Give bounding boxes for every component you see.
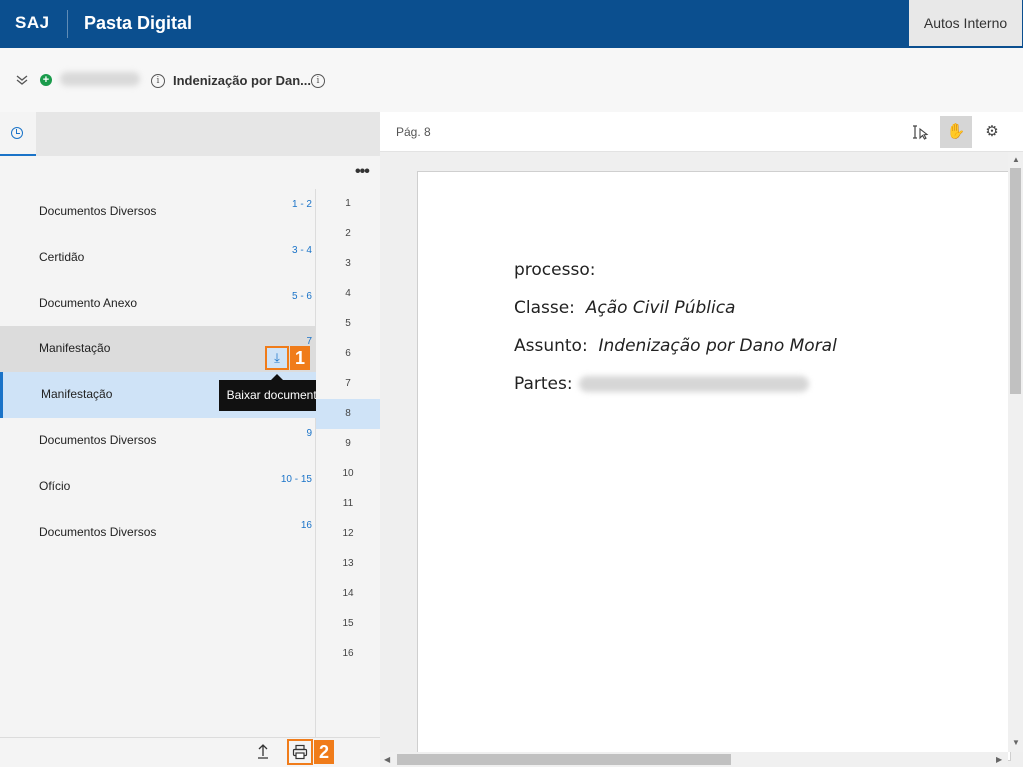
page-number[interactable]: 7 xyxy=(316,369,380,399)
vertical-scroll-thumb[interactable] xyxy=(1010,168,1021,394)
print-button[interactable] xyxy=(287,739,313,765)
document-name: Certidão xyxy=(39,250,85,264)
page-number[interactable]: 1 xyxy=(316,189,380,219)
list-item[interactable]: Ofício 10 - 15 xyxy=(0,464,316,510)
case-bar: + i Indenização por Dan... i xyxy=(0,48,1023,112)
scroll-up-icon[interactable]: ▲ xyxy=(1012,155,1020,164)
clock-icon xyxy=(11,127,23,139)
classe-label: Classe: xyxy=(514,298,575,318)
text-cursor-icon xyxy=(913,125,929,140)
chevron-down-icon[interactable] xyxy=(14,72,30,88)
page-indicator: Pág. 8 xyxy=(396,125,431,139)
page-number[interactable]: 9 xyxy=(316,429,380,459)
list-item[interactable]: Documentos Diversos 16 xyxy=(0,510,316,556)
document-list-header: ••• xyxy=(0,156,380,190)
page-number[interactable]: 6 xyxy=(316,339,380,369)
callout-badge-2: 2 xyxy=(314,740,334,764)
page-number[interactable]: 5 xyxy=(316,309,380,339)
info-icon[interactable]: i xyxy=(151,74,165,88)
list-item[interactable]: Documentos Diversos 9 xyxy=(0,418,316,464)
document-name: Documentos Diversos xyxy=(39,204,157,218)
document-page: processo: Classe: Ação Civil Pública Ass… xyxy=(417,171,1011,761)
document-pages: 1 - 2 xyxy=(291,199,312,210)
gear-icon: ⚙ xyxy=(985,123,999,140)
document-pages: 3 - 4 xyxy=(291,245,312,256)
page-number[interactable]: 14 xyxy=(316,579,380,609)
left-panel-tabs xyxy=(0,112,380,156)
document-pages: 9 xyxy=(306,428,312,439)
brand-divider xyxy=(67,10,68,38)
document-tree: Documentos Diversos 1 - 2 Certidão 3 - 4… xyxy=(0,189,316,737)
text-select-tool-button[interactable] xyxy=(904,116,936,148)
list-item[interactable]: Documento Anexo 5 - 6 xyxy=(0,281,316,327)
document-name: Manifestação xyxy=(39,341,111,355)
case-number-redacted xyxy=(60,72,140,86)
page-number[interactable]: 3 xyxy=(316,249,380,279)
page-number[interactable]: 2 xyxy=(316,219,380,249)
document-pages: 10 - 15 xyxy=(280,474,312,485)
top-bar: SAJ Pasta Digital Autos Interno xyxy=(0,0,1023,48)
case-subject: Indenização por Dan... xyxy=(173,73,311,88)
classe-value: Ação Civil Pública xyxy=(585,298,736,318)
horizontal-scrollbar[interactable]: ◀ ▶ xyxy=(380,752,1008,767)
page-number[interactable]: 16 xyxy=(316,639,380,669)
page-number[interactable]: 10 xyxy=(316,459,380,489)
printer-icon xyxy=(292,744,308,760)
page-number[interactable]: 15 xyxy=(316,609,380,639)
document-viewer[interactable]: processo: Classe: Ação Civil Pública Ass… xyxy=(380,152,1023,767)
document-name: Documento Anexo xyxy=(39,296,138,310)
hand-icon: ✋ xyxy=(946,123,966,140)
autos-interno-button[interactable]: Autos Interno xyxy=(909,0,1022,46)
more-options-icon[interactable]: ••• xyxy=(355,163,370,181)
doc-text-assunto: Assunto: Indenização por Dano Moral xyxy=(514,336,837,356)
document-name: Ofício xyxy=(39,479,71,493)
document-name: Manifestação xyxy=(41,387,113,401)
download-document-button[interactable]: ⤓ xyxy=(265,346,289,370)
upload-icon[interactable] xyxy=(257,743,269,764)
vertical-scrollbar[interactable]: ▲ ▼ xyxy=(1008,152,1023,752)
partes-label: Partes: xyxy=(514,374,573,394)
horizontal-scroll-thumb[interactable] xyxy=(397,754,731,765)
hand-tool-button[interactable]: ✋ xyxy=(940,116,972,148)
settings-button[interactable]: ⚙ xyxy=(976,116,1008,148)
doc-text-partes: Partes: xyxy=(514,374,809,394)
tooltip: Baixar documento xyxy=(219,374,331,411)
page-number-column: 1 2 3 4 5 6 7 8 9 10 11 12 13 14 15 16 xyxy=(316,189,380,737)
page-number[interactable]: 4 xyxy=(316,279,380,309)
document-name: Documentos Diversos xyxy=(39,433,157,447)
doc-text-classe: Classe: Ação Civil Pública xyxy=(514,298,735,318)
list-item[interactable]: Documentos Diversos 1 - 2 xyxy=(0,189,316,235)
doc-text-processo: processo: xyxy=(514,260,596,280)
document-pages: 5 - 6 xyxy=(291,291,312,302)
viewer-toolbar: Pág. 8 ✋ ⚙ xyxy=(380,112,1023,152)
page-number-active[interactable]: 8 xyxy=(316,399,380,429)
assunto-value: Indenização por Dano Moral xyxy=(598,336,837,356)
callout-badge-1: 1 xyxy=(290,346,310,370)
page-number[interactable]: 11 xyxy=(316,489,380,519)
page-number[interactable]: 13 xyxy=(316,549,380,579)
info-icon[interactable]: i xyxy=(311,74,325,88)
list-item[interactable]: Certidão 3 - 4 xyxy=(0,235,316,281)
download-icon: ⤓ xyxy=(274,350,280,365)
assunto-label: Assunto: xyxy=(514,336,588,356)
page-number[interactable]: 12 xyxy=(316,519,380,549)
document-name: Documentos Diversos xyxy=(39,525,157,539)
scroll-down-icon[interactable]: ▼ xyxy=(1012,738,1020,747)
app-title: Pasta Digital xyxy=(84,13,193,33)
add-icon[interactable]: + xyxy=(40,74,52,86)
scroll-right-icon[interactable]: ▶ xyxy=(996,755,1002,764)
brand-logo[interactable]: SAJ xyxy=(15,13,50,33)
scroll-left-icon[interactable]: ◀ xyxy=(384,755,390,764)
document-pages: 16 xyxy=(300,520,312,531)
parties-redacted xyxy=(578,376,809,392)
tab-history[interactable] xyxy=(0,112,36,156)
